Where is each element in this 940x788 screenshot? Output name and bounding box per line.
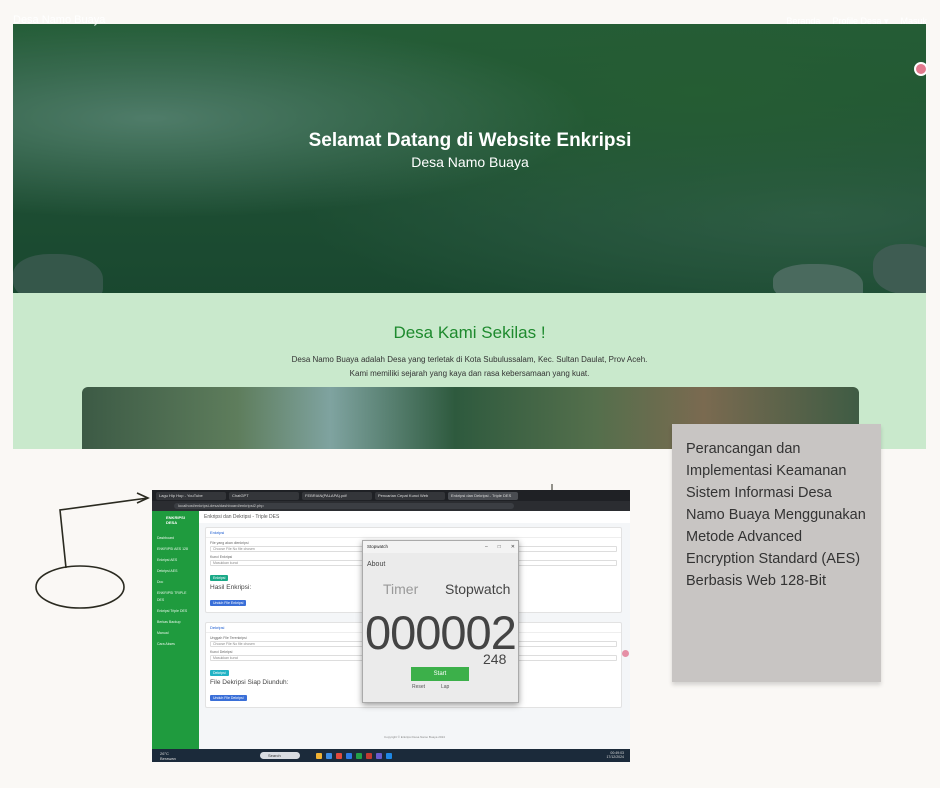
window-controls: – □ ✕ [485, 541, 515, 553]
sidebar-heading: ENKRIPSI TRIPLE DES [157, 591, 187, 602]
browser-tab[interactable]: FEBRIAN(PALAPA).pdf [302, 491, 372, 500]
address-bar: localhost/enkripsi-desa/dashboard/enkrip… [152, 501, 630, 511]
close-icon[interactable]: ✕ [511, 541, 515, 553]
download-encrypted-button[interactable]: Unduh File Enkripsi [210, 600, 247, 606]
sidebar-item-doc[interactable]: Doc [152, 577, 199, 588]
sidebar-item-triple-des[interactable]: Enkripsi Triple DES [152, 606, 199, 617]
reset-button[interactable]: Reset [412, 684, 425, 690]
browser-tab[interactable]: ChatGPT [229, 491, 299, 500]
minimize-icon[interactable]: – [485, 541, 488, 553]
sidebar-logo[interactable]: ENKRIPSI DESA [152, 511, 199, 533]
sidebar-item-dekripsi-aes[interactable]: Dekripsi AES [152, 566, 199, 577]
sidebar-item-dashboard[interactable]: Dashboard [152, 533, 199, 544]
about-link[interactable]: About [367, 561, 385, 568]
download-decrypted-button[interactable]: Unduh File Dekripsi [210, 695, 247, 701]
app-sidebar: ENKRIPSI DESA Dashboard ENKRIPSI AES 128… [152, 511, 199, 749]
sidebar-item-manual[interactable]: Manual [152, 628, 199, 639]
app-icon[interactable] [376, 752, 382, 759]
weather-widget[interactable]: 26°C Berawan [152, 751, 252, 761]
sidebar-item-enkripsi-aes[interactable]: Enkripsi AES [152, 555, 199, 566]
start-button[interactable]: Start [411, 667, 469, 681]
stopwatch-window: Stopwatch – □ ✕ About Timer Stopwatch 00… [362, 540, 519, 703]
os-taskbar: 26°C Berawan Search 00:49:03 17/12/2024 [152, 749, 630, 762]
browser-tab[interactable]: Lagu Hip Hop - YouTube [156, 491, 226, 500]
browser-tab-active[interactable]: Enkripsi dan Dekripsi - Triple DES [448, 491, 518, 500]
app-footer: Copyright © Enkripsi Desa Namo Buaya 202… [384, 735, 445, 739]
floating-dot-icon[interactable] [622, 650, 629, 657]
lap-button[interactable]: Lap [441, 684, 449, 690]
app-icon[interactable] [386, 752, 392, 759]
url-input[interactable]: localhost/enkripsi-desa/dashboard/enkrip… [174, 503, 514, 509]
maximize-icon[interactable]: □ [498, 541, 501, 553]
edge-icon[interactable] [326, 752, 332, 759]
chrome-icon[interactable] [336, 752, 342, 759]
decrypt-button[interactable]: Dekripsi [210, 670, 229, 676]
folder-icon[interactable] [316, 752, 322, 759]
app-icon[interactable] [366, 752, 372, 759]
taskbar-search[interactable]: Search [260, 752, 300, 759]
word-icon[interactable] [346, 752, 352, 759]
taskbar-apps [316, 752, 392, 759]
encrypt-button[interactable]: Enkripsi [210, 575, 229, 581]
stopwatch-milliseconds: 248 [483, 651, 507, 667]
tab-stopwatch[interactable]: Stopwatch [445, 581, 510, 597]
excel-icon[interactable] [356, 752, 362, 759]
card-header: Enkripsi [206, 528, 621, 538]
taskbar-clock[interactable]: 00:49:03 17/12/2024 [606, 751, 624, 759]
hand-drawn-circle [35, 565, 125, 609]
page-title: Enkripsi dan Dekripsi - Triple DES [199, 511, 630, 523]
browser-tab[interactable]: Pencarian Cepat Kunci Web [375, 491, 445, 500]
sidebar-item-akses[interactable]: Cara Akses [152, 639, 199, 650]
sidebar-heading: ENKRIPSI AES 128 [157, 547, 188, 551]
browser-tabbar: Lagu Hip Hop - YouTube ChatGPT FEBRIAN(P… [152, 490, 630, 501]
sidebar-item-backup[interactable]: Berkas Backup [152, 617, 199, 628]
tab-timer[interactable]: Timer [383, 581, 418, 597]
